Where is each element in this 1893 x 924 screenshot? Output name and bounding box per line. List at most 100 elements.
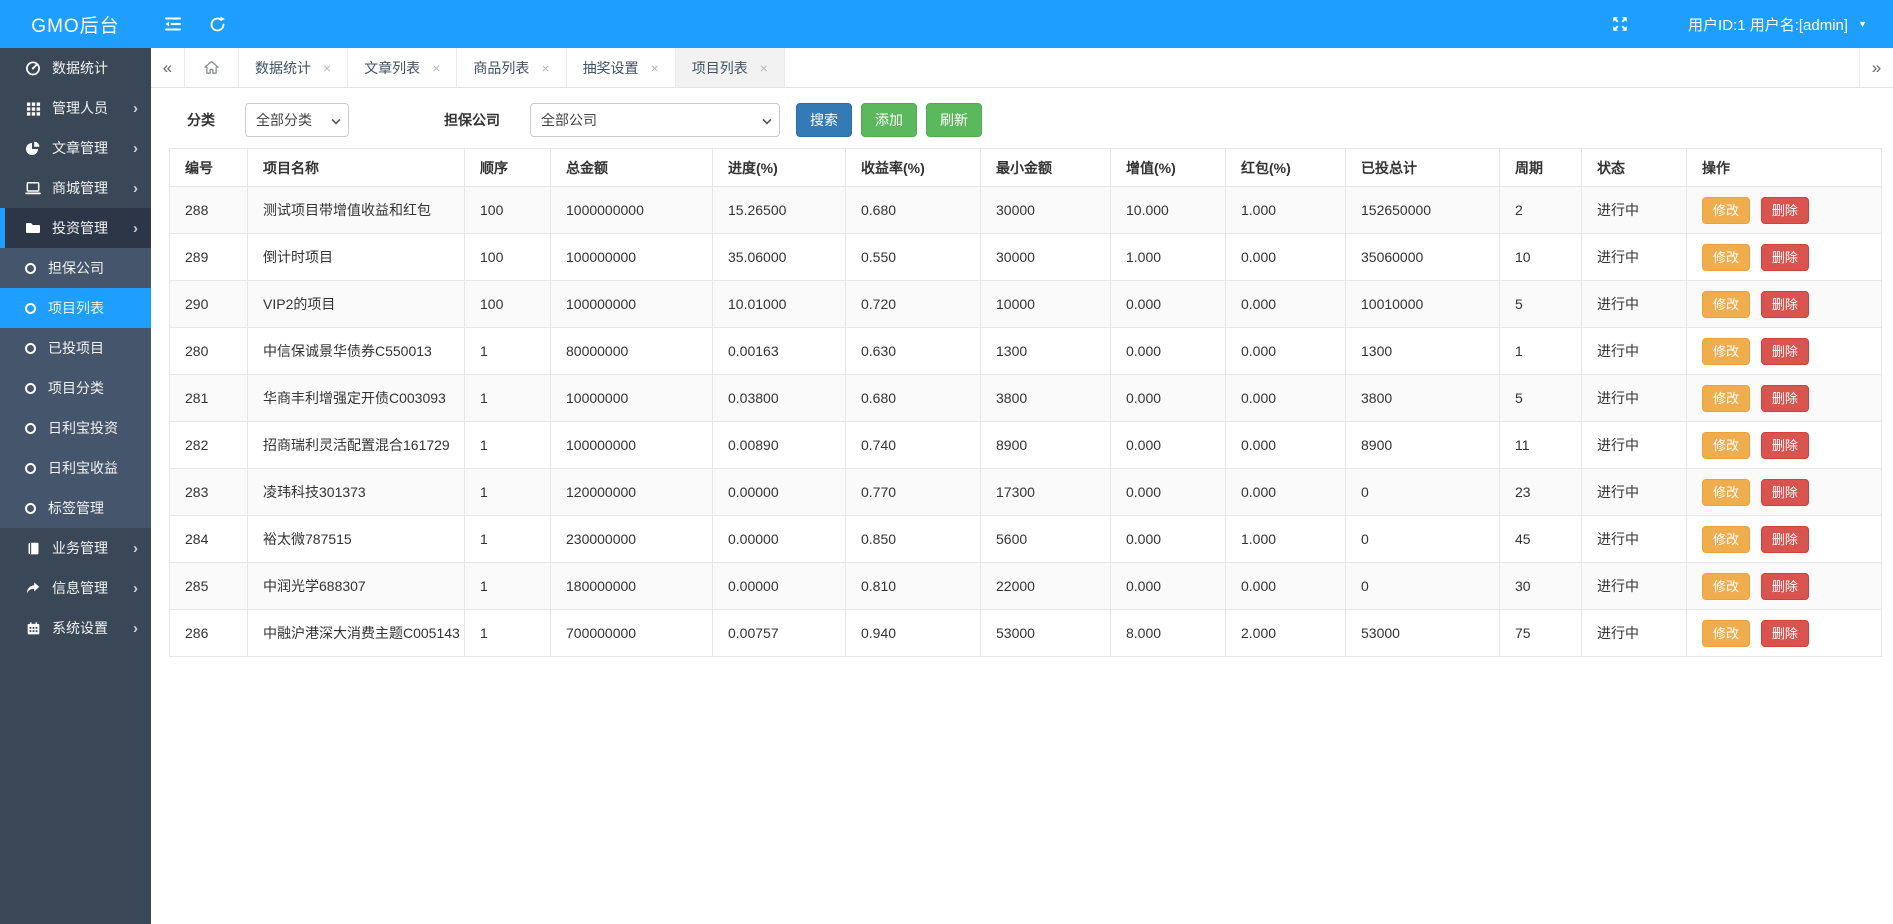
sidebar-item-system[interactable]: 系统设置 › — [0, 608, 151, 648]
cell: 0 — [1346, 563, 1500, 610]
cell: 80000000 — [551, 328, 713, 375]
sidebar-subitem-label: 已投项目 — [48, 338, 138, 358]
delete-button[interactable]: 删除 — [1761, 291, 1809, 318]
chevron-right-icon: › — [133, 621, 138, 636]
edit-button[interactable]: 修改 — [1702, 338, 1750, 365]
circle-icon — [25, 423, 36, 434]
cell: 0.00163 — [713, 328, 846, 375]
sidebar-item-mall[interactable]: 商城管理 › — [0, 168, 151, 208]
cell: 30000 — [981, 234, 1111, 281]
column-header: 项目名称 — [248, 149, 465, 187]
edit-button[interactable]: 修改 — [1702, 573, 1750, 600]
delete-button[interactable]: 删除 — [1761, 244, 1809, 271]
edit-button[interactable]: 修改 — [1702, 244, 1750, 271]
edit-button[interactable]: 修改 — [1702, 620, 1750, 647]
cell: 10 — [1500, 234, 1582, 281]
sidebar-item-investment[interactable]: 投资管理 › — [0, 208, 151, 248]
menu-toggle-icon[interactable] — [151, 0, 195, 48]
home-icon — [203, 59, 220, 76]
delete-button[interactable]: 删除 — [1761, 479, 1809, 506]
sidebar-subitem-label: 日利宝投资 — [48, 418, 138, 438]
edit-button[interactable]: 修改 — [1702, 432, 1750, 459]
delete-button[interactable]: 删除 — [1761, 385, 1809, 412]
cell: 286 — [170, 610, 248, 657]
tab-lottery-settings[interactable]: 抽奖设置 × — [567, 48, 676, 87]
cell: 100 — [465, 234, 551, 281]
tab-data-stats[interactable]: 数据统计 × — [239, 48, 348, 87]
column-header: 周期 — [1500, 149, 1582, 187]
company-select[interactable]: 全部公司 — [530, 103, 780, 137]
cell: 5600 — [981, 516, 1111, 563]
sidebar-item-label: 业务管理 — [52, 538, 133, 558]
close-icon[interactable]: × — [323, 61, 331, 75]
category-select[interactable]: 全部分类 — [245, 103, 349, 137]
cell: 进行中 — [1582, 328, 1687, 375]
delete-button[interactable]: 删除 — [1761, 526, 1809, 553]
sidebar-item-business[interactable]: 业务管理 › — [0, 528, 151, 568]
table-body: 288测试项目带增值收益和红包100100000000015.265000.68… — [170, 187, 1882, 657]
delete-button[interactable]: 删除 — [1761, 432, 1809, 459]
tab-label: 商品列表 — [473, 58, 529, 78]
delete-button[interactable]: 删除 — [1761, 573, 1809, 600]
refresh-data-button[interactable]: 刷新 — [926, 103, 982, 137]
tab-article-list[interactable]: 文章列表 × — [348, 48, 457, 87]
sidebar-subitem-invested-projects[interactable]: 已投项目 — [0, 328, 151, 368]
tab-product-list[interactable]: 商品列表 × — [457, 48, 566, 87]
cell: 0.680 — [846, 375, 981, 422]
chevron-right-icon: › — [133, 101, 138, 116]
column-header: 增值(%) — [1111, 149, 1226, 187]
cell: 0.000 — [1226, 328, 1346, 375]
cell: 0.810 — [846, 563, 981, 610]
delete-button[interactable]: 删除 — [1761, 338, 1809, 365]
cell: VIP2的项目 — [248, 281, 465, 328]
close-icon[interactable]: × — [432, 61, 440, 75]
actions-cell: 修改 删除 — [1687, 563, 1882, 610]
search-button[interactable]: 搜索 — [796, 103, 852, 137]
cell: 0.03800 — [713, 375, 846, 422]
cell: 120000000 — [551, 469, 713, 516]
column-header: 总金额 — [551, 149, 713, 187]
user-menu[interactable]: 用户ID:1 用户名:[admin] ▼ — [1688, 0, 1893, 48]
sidebar-subitem-daily-invest[interactable]: 日利宝投资 — [0, 408, 151, 448]
tabs-scroll-left-icon[interactable]: « — [151, 48, 185, 87]
cell: 进行中 — [1582, 610, 1687, 657]
tab-home[interactable] — [185, 48, 239, 87]
cell: 75 — [1500, 610, 1582, 657]
edit-button[interactable]: 修改 — [1702, 479, 1750, 506]
delete-button[interactable]: 删除 — [1761, 197, 1809, 224]
edit-button[interactable]: 修改 — [1702, 526, 1750, 553]
chevron-right-icon: › — [133, 141, 138, 156]
close-icon[interactable]: × — [541, 61, 549, 75]
close-icon[interactable]: × — [760, 61, 768, 75]
cell: 1 — [1500, 328, 1582, 375]
cell: 100000000 — [551, 234, 713, 281]
refresh-icon[interactable] — [195, 0, 239, 48]
delete-button[interactable]: 删除 — [1761, 620, 1809, 647]
edit-button[interactable]: 修改 — [1702, 197, 1750, 224]
sidebar-item-data-stats[interactable]: 数据统计 › — [0, 48, 151, 88]
cell: 进行中 — [1582, 234, 1687, 281]
edit-button[interactable]: 修改 — [1702, 291, 1750, 318]
close-icon[interactable]: × — [651, 61, 659, 75]
sidebar-subitem-project-list[interactable]: 项目列表 — [0, 288, 151, 328]
fullscreen-icon[interactable] — [1598, 0, 1642, 48]
category-label: 分类 — [187, 110, 215, 130]
actions-cell: 修改 删除 — [1687, 422, 1882, 469]
tab-project-list[interactable]: 项目列表 × — [676, 48, 785, 87]
table-row: 282招商瑞利灵活配置混合16172911000000000.008900.74… — [170, 422, 1882, 469]
edit-button[interactable]: 修改 — [1702, 385, 1750, 412]
sidebar-item-managers[interactable]: 管理人员 › — [0, 88, 151, 128]
brand-logo: GMO后台 — [0, 11, 151, 38]
sidebar-item-articles[interactable]: 文章管理 › — [0, 128, 151, 168]
sidebar-item-information[interactable]: 信息管理 › — [0, 568, 151, 608]
cell: 1 — [465, 516, 551, 563]
sidebar-subitem-tags[interactable]: 标签管理 — [0, 488, 151, 528]
cell: 0.000 — [1226, 281, 1346, 328]
cell: 0.720 — [846, 281, 981, 328]
sidebar-subitem-project-categories[interactable]: 项目分类 — [0, 368, 151, 408]
sidebar-subitem-guarantee-company[interactable]: 担保公司 — [0, 248, 151, 288]
tabs-scroll-right-icon[interactable]: » — [1859, 48, 1893, 87]
sidebar-subitem-daily-income[interactable]: 日利宝收益 — [0, 448, 151, 488]
add-button[interactable]: 添加 — [861, 103, 917, 137]
cell: 23 — [1500, 469, 1582, 516]
